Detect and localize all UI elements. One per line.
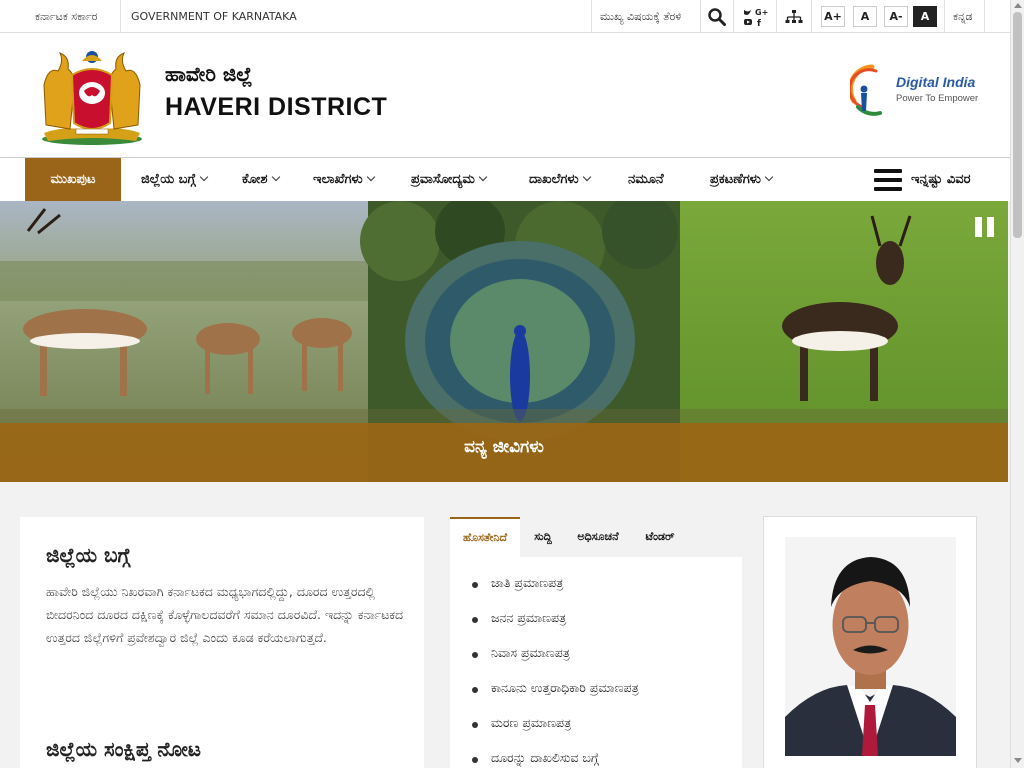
svg-text:f: f [757,19,761,28]
nav-item-label: ಪ್ರಕಟಣೆಗಳು [710,172,761,187]
divider [120,0,121,33]
list-item[interactable]: ಮರಣ ಪ್ರಮಾಣಪತ್ರ [472,715,639,750]
sitemap-icon[interactable] [777,0,811,33]
services-list: ಜಾತಿ ಪ್ರಮಾಣಪತ್ರ ಜನನ ಪ್ರಮಾಣಪತ್ರ ನಿವಾಸ ಪ್ರ… [472,575,639,768]
tab-notifications[interactable]: ಅಧಿಸೂಚನೆ [568,517,628,557]
digital-india-title: Digital India [896,74,976,90]
main-navigation: ಮುಖಪುಟ ಜಿಲ್ಲೆಯ ಬಗ್ಗೆ ಕೋಶ ಇಲಾಖೆಗಳು ಪ್ರವಾಸ… [0,157,1010,201]
top-bar: ಕರ್ನಾಟಕ ಸರ್ಕಾರ GOVERNMENT OF KARNATAKA ಮ… [0,0,1010,33]
nav-item-label: ಕೋಶ [242,172,268,187]
page-scrollbar[interactable] [1010,0,1024,768]
chevron-down-icon [764,172,774,182]
pause-icon[interactable] [975,217,995,237]
tab-whats-new[interactable]: ಹೊಸತೇನಿದೆ [450,517,520,557]
district-overview-title: ಜಿಲ್ಲೆಯ ಸಂಕ್ಷಿಪ್ತ ನೋಟ [46,737,201,761]
district-name-english: HAVERI DISTRICT [165,93,388,121]
font-normal-button[interactable]: A [853,6,877,27]
chevron-down-icon [199,172,209,182]
chevron-down-icon [478,172,488,182]
high-contrast-button[interactable]: A [913,6,937,27]
whats-new-card: ಹೊಸತೇನಿದೆ ಸುದ್ದಿ ಅಧಿಸೂಚನೆ ಟೆಂಡರ್ ಜಾತಿ ಪ್… [450,517,742,768]
nav-item-tourism[interactable]: ಪ್ರವಾಸೋದ್ಯಮ [411,158,488,201]
nav-item-directory[interactable]: ಕೋಶ [242,158,280,201]
tab-news[interactable]: ಸುದ್ದಿ [524,517,562,557]
list-item[interactable]: ದೂರನ್ನು ದಾಖಲಿಸುವ ಬಗ್ಗೆ [472,750,639,768]
gov-kannada-link[interactable]: ಕರ್ನಾಟಕ ಸರ್ಕಾರ [35,0,97,33]
divider [984,0,985,33]
divider [944,0,945,33]
divider [591,0,592,33]
officer-photo [785,537,956,756]
list-item[interactable]: ನಿವಾಸ ಪ್ರಮಾಣಪತ್ರ [472,645,639,680]
nav-item-label: ಇಲಾಖೆಗಳು [313,172,363,187]
nav-item-forms[interactable]: ನಮೂನೆ [628,158,664,201]
scrollbar-thumb[interactable] [1013,12,1022,238]
nav-item-about-district[interactable]: ಜಿಲ್ಲೆಯ ಬಗ್ಗೆ [141,158,209,201]
digital-india-logo[interactable]: Digital India Power To Empower [850,61,980,117]
font-increase-button[interactable]: A+ [821,6,845,27]
nav-item-departments[interactable]: ಇಲಾಖೆಗಳು [313,158,375,201]
scroll-down-icon[interactable] [1014,758,1022,763]
nav-item-label: ಜಿಲ್ಲೆಯ ಬಗ್ಗೆ [141,172,196,187]
nav-item-label: ಪ್ರವಾಸೋದ್ಯಮ [411,172,475,187]
list-item[interactable]: ಕಾನೂನು ಉತ್ತರಾಧಿಕಾರಿ ಪ್ರಮಾಣಪತ್ರ [472,680,639,715]
digital-india-tagline: Power To Empower [896,93,979,104]
site-header: ಹಾವೇರಿ ಜಿಲ್ಲೆ HAVERI DISTRICT Digital In… [0,33,1010,157]
svg-text:G+: G+ [755,8,768,17]
scroll-up-icon[interactable] [1014,3,1022,8]
chevron-down-icon [582,172,591,182]
menu-icon[interactable] [874,169,902,191]
gov-english-link[interactable]: GOVERNMENT OF KARNATAKA [131,0,297,33]
social-media-icon[interactable]: G+ f [734,0,776,33]
nav-item-label: ದಾಖಲೆಗಳು [529,172,579,187]
divider [811,0,812,33]
officer-card [763,516,977,768]
tab-tenders[interactable]: ಟೆಂಡರ್ [634,517,686,557]
karnataka-emblem-logo[interactable] [36,45,148,147]
district-name-kannada: ಹಾವೇರಿ ಜಿಲ್ಲೆ [165,62,253,86]
more-details-link[interactable]: ಇನ್ನಷ್ಟು ವಿವರ [911,158,970,201]
skip-to-main-link[interactable]: ಮುಖ್ಯ ವಿಷಯಕ್ಕೆ ತೆರಳಿ [600,0,681,33]
about-title: ಜಿಲ್ಲೆಯ ಬಗ್ಗೆ [46,543,131,567]
banner-slider: ವನ್ಯ ಜೀವಿಗಳು [0,201,1008,482]
about-district-card: ಜಿಲ್ಲೆಯ ಬಗ್ಗೆ ಹಾವೇರಿ ಜಿಲ್ಲೆಯು ನಿಖರವಾಗಿ ಕ… [20,517,424,768]
chevron-down-icon [271,172,280,182]
nav-item-home[interactable]: ಮುಖಪುಟ [25,158,121,201]
list-item[interactable]: ಜನನ ಪ್ರಮಾಣಪತ್ರ [472,610,639,645]
about-text: ಹಾವೇರಿ ಜಿಲ್ಲೆಯು ನಿಖರವಾಗಿ ಕರ್ನಾಟಕದ ಮಧ್ಯಭಾ… [46,584,404,645]
nav-item-documents[interactable]: ದಾಖಲೆಗಳು [529,158,591,201]
list-item[interactable]: ಜಾತಿ ಪ್ರಮಾಣಪತ್ರ [472,575,639,610]
font-decrease-button[interactable]: A- [884,6,908,27]
nav-item-notices[interactable]: ಪ್ರಕಟಣೆಗಳು [710,158,774,201]
chevron-down-icon [366,172,375,182]
slider-caption: ವನ್ಯ ಜೀವಿಗಳು [0,423,1008,482]
language-switch-link[interactable]: ಕನ್ನಡ [953,0,973,33]
tab-bar: ಹೊಸತೇನಿದೆ ಸುದ್ದಿ ಅಧಿಸೂಚನೆ ಟೆಂಡರ್ [450,517,742,557]
search-icon[interactable] [701,0,733,33]
